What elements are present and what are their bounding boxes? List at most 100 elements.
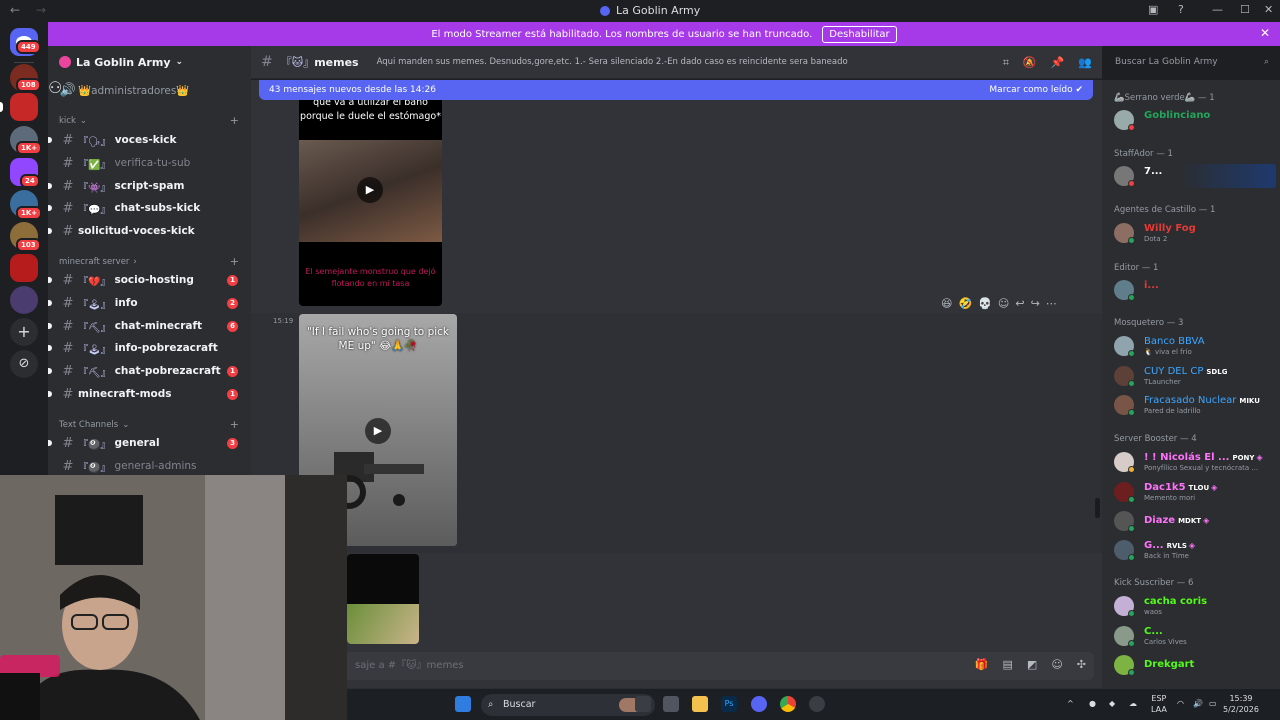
clock[interactable]: 15:39 5/2/2026	[1223, 693, 1259, 715]
reply-icon[interactable]: ↩	[1015, 297, 1024, 310]
member-drekgart[interactable]: Drekgart	[1114, 653, 1276, 677]
member-goblinciano[interactable]: Goblinciano	[1114, 108, 1276, 132]
channel-topic[interactable]: Aqui manden sus memes. Desnudos,gore,etc…	[377, 57, 848, 67]
emoji-icon[interactable]: ☺	[1051, 658, 1062, 671]
guild-tag: MDKT	[1178, 517, 1202, 525]
channel-script-spam[interactable]: # 『👾』 script-spam	[48, 176, 244, 196]
tray-app-icon[interactable]: ●	[1089, 698, 1096, 709]
reaction-laugh-icon[interactable]: 😆	[941, 297, 952, 310]
video-attachment-1[interactable]: que va a utilizar el baño porque le duel…	[299, 80, 442, 306]
photoshop-icon[interactable]: Ps	[721, 696, 737, 712]
language-indicator[interactable]: ESP LAA	[1151, 693, 1167, 715]
close-window-icon[interactable]: ✕	[1264, 3, 1273, 16]
add-server-icon[interactable]: +	[10, 318, 38, 346]
category-kick[interactable]: kick ⌄	[59, 116, 87, 126]
forward-icon[interactable]: ↪	[1031, 297, 1040, 310]
tray-app-icon-3[interactable]: ☁	[1129, 698, 1137, 709]
help-icon[interactable]: ?	[1178, 3, 1184, 16]
widgets-icon[interactable]	[663, 696, 679, 712]
windows-start-icon[interactable]	[455, 696, 471, 712]
channel-minecraft-mods[interactable]: # minecraft-mods 1	[48, 384, 244, 404]
category-text-channels[interactable]: Text Channels ⌄	[59, 420, 129, 430]
server-icon-8[interactable]	[10, 286, 38, 314]
create-channel-icon[interactable]: +	[230, 418, 239, 431]
member-cuy-del-cp[interactable]: CUY DEL CP SDLG TLauncher	[1114, 364, 1276, 388]
server-icon-7[interactable]	[10, 254, 38, 282]
tray-app-icon-2[interactable]: ◆	[1109, 698, 1115, 709]
channel-administradores[interactable]: 🔊 👑administradores👑	[56, 80, 244, 100]
message-input[interactable]: saje a #『🐱』memes	[259, 652, 1094, 680]
sticker-icon[interactable]: ◩	[1027, 658, 1037, 671]
channel-solicitud-voces-kick[interactable]: # solicitud-voces-kick	[48, 221, 244, 241]
taskbar-search[interactable]: ⌕ Buscar	[481, 694, 655, 716]
member-g[interactable]: G... RVLS ◈ Back in Time	[1114, 538, 1276, 562]
file-explorer-icon[interactable]	[692, 696, 708, 712]
channel-chat-minecraft[interactable]: # 『⛏』 chat-minecraft 6	[48, 316, 244, 336]
member-c[interactable]: C... Carlos Vives	[1114, 624, 1276, 648]
disable-streamer-button[interactable]: Deshabilitar	[822, 25, 897, 43]
maximize-icon[interactable]: ☐	[1240, 3, 1250, 16]
app-icon[interactable]	[809, 696, 825, 712]
server-badge-5: 1K+	[16, 206, 43, 220]
server-badge-6: 103	[16, 238, 41, 252]
close-banner-icon[interactable]: ✕	[1260, 26, 1270, 40]
gif-icon[interactable]: ▤	[1003, 658, 1013, 671]
play-icon[interactable]: ▶	[365, 418, 391, 444]
category-minecraft-server[interactable]: minecraft server ›	[59, 257, 137, 267]
notifications-muted-icon[interactable]: 🔕	[1023, 56, 1037, 70]
channel-socio-hosting[interactable]: # 『💔』 socio-hosting 1	[48, 270, 244, 290]
channel-info-pobrezacraft[interactable]: # 『🕹』 info-pobrezacraft	[48, 338, 244, 358]
mark-as-read-button[interactable]: Marcar como leído ✔	[989, 85, 1083, 95]
channel-voces-kick[interactable]: # 『🗣』 voces-kick	[48, 130, 244, 150]
hash-icon: #	[62, 132, 74, 148]
rail-divider	[14, 62, 34, 63]
search-input[interactable]: Buscar La Goblin Army ⌕	[1109, 52, 1275, 72]
volume-icon[interactable]: 🔊	[1193, 698, 1203, 709]
reaction-skull-icon[interactable]: 💀	[978, 297, 992, 310]
gift-icon[interactable]: 🎁	[975, 658, 989, 671]
reaction-rofl-icon[interactable]: 🤣	[958, 297, 972, 310]
server-icon-2[interactable]	[10, 93, 38, 121]
battery-icon[interactable]: ▭	[1209, 698, 1217, 709]
member-cacha-coris[interactable]: cacha coris waos	[1114, 594, 1276, 618]
pin-icon[interactable]: 📌	[1051, 56, 1065, 70]
channel-general[interactable]: # 『🎱』 general 3	[48, 433, 244, 453]
member-willy-fog[interactable]: Willy Fog Dota 2	[1114, 221, 1276, 245]
guild-header[interactable]: La Goblin Army ⌄	[48, 46, 251, 78]
member-dac1k5[interactable]: Dac1k5 TLOU ◈ Memento mori	[1114, 480, 1276, 504]
inbox-icon[interactable]: ▣	[1148, 3, 1158, 16]
discord-taskbar-icon[interactable]	[751, 696, 767, 712]
windows-taskbar: ⌕ Buscar Ps ^ ● ◆ ☁ ESP LAA ◠ 🔊 ▭ 15:39 5/…	[347, 688, 1280, 720]
minimize-icon[interactable]: —	[1212, 3, 1223, 16]
show-hidden-icons[interactable]: ^	[1067, 698, 1074, 709]
channel-info[interactable]: # 『🕹』 info 2	[48, 293, 244, 313]
task-view-icon[interactable]	[635, 696, 651, 712]
member-fracasado-nuclear[interactable]: Fracasado Nuclear MIKU Pared de ladrillo	[1114, 393, 1276, 417]
create-channel-icon[interactable]: +	[230, 255, 239, 268]
channel-general-admins[interactable]: # 『🎱』 general-admins	[56, 456, 244, 476]
chat-scrollbar[interactable]	[1095, 498, 1100, 518]
play-icon[interactable]: ▶	[357, 177, 383, 203]
hash-icon: #	[62, 363, 74, 379]
add-reaction-icon[interactable]: ☺	[998, 297, 1009, 310]
more-icon[interactable]: ⋯	[1046, 297, 1057, 310]
create-channel-icon[interactable]: +	[230, 114, 239, 127]
member-banco-bbva[interactable]: Banco BBVA 🐧 viva el frío	[1114, 334, 1276, 358]
explore-icon[interactable]: ⊘	[10, 350, 38, 378]
new-messages-bar[interactable]: 43 mensajes nuevos desde las 14:26 Marca…	[259, 80, 1093, 100]
apps-icon[interactable]: ✣	[1077, 658, 1086, 671]
chrome-icon[interactable]	[780, 696, 796, 712]
channel-verifica-tu-sub[interactable]: # 『✅』 verifica-tu-sub	[56, 153, 244, 173]
back-arrow-icon[interactable]: ←	[10, 3, 20, 17]
member-7[interactable]: 7...	[1114, 164, 1276, 188]
threads-icon[interactable]: ⌗	[1003, 56, 1009, 70]
member-nicolas[interactable]: ! ! Nicolás El ... PONY ◈ Ponyfílico Sexual…	[1114, 450, 1276, 474]
channel-chat-subs-kick[interactable]: # 『💬』 chat-subs-kick	[48, 198, 244, 218]
member-i[interactable]: i...	[1114, 278, 1276, 302]
member-list-icon[interactable]: 👥	[1078, 56, 1092, 70]
member-diaze[interactable]: Diaze MDKT ◈	[1114, 509, 1276, 533]
forward-arrow-icon[interactable]: →	[36, 3, 46, 17]
wifi-icon[interactable]: ◠	[1177, 698, 1184, 709]
video-attachment-3[interactable]	[347, 554, 419, 644]
channel-chat-pobrezacraft[interactable]: # 『⛏』 chat-pobrezacraft 1	[48, 361, 244, 381]
